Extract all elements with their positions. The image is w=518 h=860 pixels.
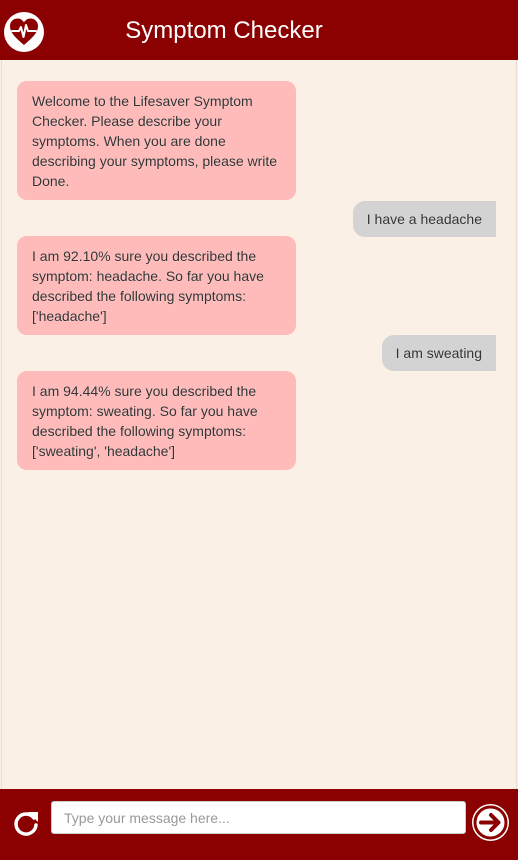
- page-title: Symptom Checker: [125, 17, 323, 44]
- bot-message: I am 94.44% sure you described the sympt…: [17, 371, 296, 470]
- user-message: I am sweating: [381, 335, 496, 371]
- user-message: I have a headache: [352, 201, 496, 237]
- input-bar: [0, 789, 518, 860]
- arrow-right-circle-icon[interactable]: [472, 804, 509, 841]
- chat-log[interactable]: Welcome to the Lifesaver Symptom Checker…: [1, 60, 517, 789]
- message-input[interactable]: [51, 801, 466, 834]
- bot-message: Welcome to the Lifesaver Symptom Checker…: [17, 81, 296, 200]
- bot-message: I am 92.10% sure you described the sympt…: [17, 236, 296, 335]
- header-bar: Symptom Checker: [0, 0, 518, 60]
- refresh-icon[interactable]: [10, 808, 42, 840]
- symptom-checker-app: Symptom Checker Welcome to the Lifesaver…: [0, 0, 518, 860]
